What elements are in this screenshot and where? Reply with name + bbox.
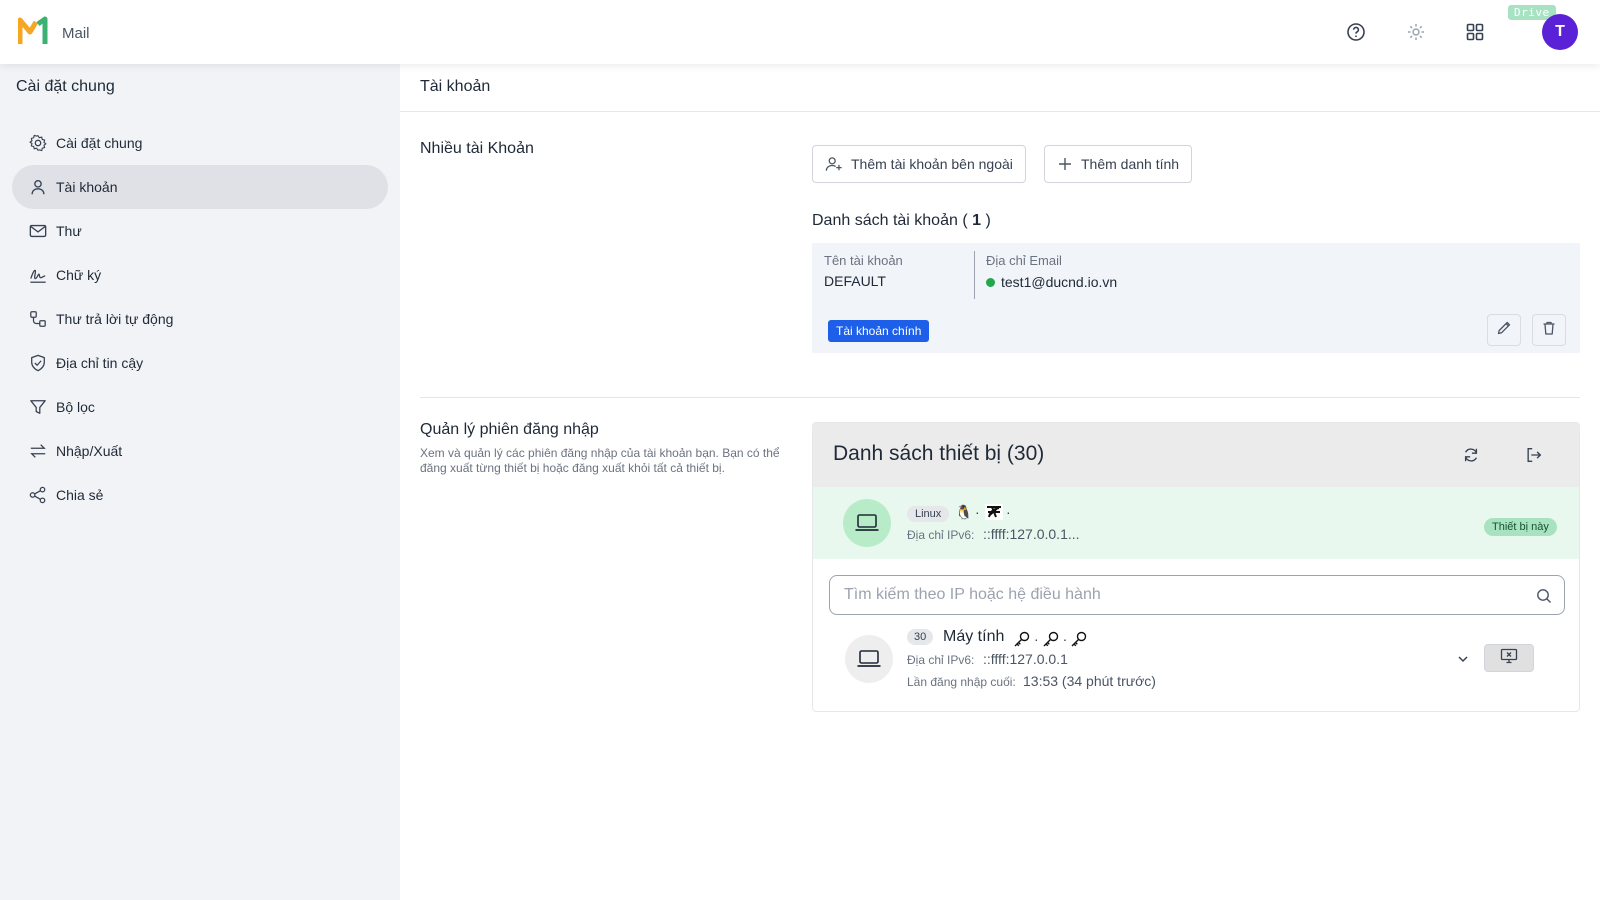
sidebar-item-general[interactable]: Cài đặt chung xyxy=(12,121,388,165)
search-icon[interactable] xyxy=(1534,586,1554,606)
mail-icon xyxy=(28,221,48,241)
device-panel-header: Danh sách thiết bị (30) xyxy=(813,423,1579,487)
sidebar-item-label: Chia sẻ xyxy=(56,487,104,503)
ipv6-value: ::ffff:127.0.0.1... xyxy=(983,526,1080,542)
sidebar-item-label: Bộ lọc xyxy=(56,399,95,415)
add-external-account-label: Thêm tài khoản bên ngoài xyxy=(851,156,1013,172)
add-external-account-button[interactable]: Thêm tài khoản bên ngoài xyxy=(812,145,1026,183)
sidebar: Cài đặt chung Cài đặt chung Tài khoản Th… xyxy=(0,64,400,900)
sidebar-item-import-export[interactable]: Nhập/Xuất xyxy=(12,429,388,473)
import-export-icon xyxy=(28,441,48,461)
primary-account-badge: Tài khoản chính xyxy=(828,320,930,342)
last-login-label: Lần đăng nhập cuối: xyxy=(907,675,1016,689)
chevron-down-icon[interactable] xyxy=(1453,649,1473,669)
avatar[interactable]: T xyxy=(1542,14,1578,50)
sidebar-item-filter[interactable]: Bộ lọc xyxy=(12,385,388,429)
auto-reply-icon xyxy=(28,309,48,329)
session-count-badge: 30 xyxy=(907,629,934,645)
browser-icon xyxy=(985,504,1003,520)
account-email: test1@ducnd.io.vn xyxy=(1001,274,1118,290)
pencil-icon xyxy=(1496,320,1512,341)
section-divider xyxy=(420,397,1580,398)
ipv6-label: Địa chỉ IPv6: xyxy=(907,528,975,542)
filter-icon xyxy=(28,397,48,417)
plus-icon xyxy=(1057,156,1073,172)
sidebar-item-label: Cài đặt chung xyxy=(56,135,143,151)
edit-account-button[interactable] xyxy=(1487,314,1521,346)
sidebar-title: Cài đặt chung xyxy=(16,78,115,95)
account-name: DEFAULT xyxy=(824,273,886,289)
page-title: Tài khoản xyxy=(420,78,491,95)
sidebar-item-account[interactable]: Tài khoản xyxy=(12,165,388,209)
signature-icon xyxy=(28,265,48,285)
delete-account-button[interactable] xyxy=(1532,314,1566,346)
apps-grid-icon[interactable] xyxy=(1463,20,1487,44)
settings-icon[interactable] xyxy=(1404,20,1428,44)
refresh-icon[interactable] xyxy=(1459,443,1483,467)
sidebar-item-label: Chữ ký xyxy=(56,267,102,283)
device-search-box xyxy=(829,575,1565,615)
logout-device-button[interactable] xyxy=(1484,644,1534,672)
sidebar-item-signature[interactable]: Chữ ký xyxy=(12,253,388,297)
add-user-icon xyxy=(825,155,843,173)
account-count: 1 xyxy=(972,212,982,229)
gear-icon xyxy=(28,133,48,153)
sidebar-item-mail[interactable]: Thư xyxy=(12,209,388,253)
separator-dot: · xyxy=(975,504,980,520)
app-name: Mail xyxy=(62,25,90,42)
laptop-icon xyxy=(845,635,893,683)
column-divider xyxy=(974,251,975,299)
device-panel: Danh sách thiết bị (30) Linux 🐧 · · Địa … xyxy=(812,422,1580,712)
multi-account-label: Nhiều tài Khoản xyxy=(420,140,534,157)
ipv6-label: Địa chỉ IPv6: xyxy=(907,653,975,667)
ipv6-value: ::ffff:127.0.0.1 xyxy=(983,651,1068,667)
share-icon xyxy=(28,485,48,505)
separator-dot: · xyxy=(1006,504,1011,520)
add-identity-button[interactable]: Thêm danh tính xyxy=(1044,145,1193,183)
sessions-label: Quản lý phiên đăng nhập xyxy=(420,421,599,438)
trash-icon xyxy=(1541,320,1557,341)
shield-icon xyxy=(28,353,48,373)
app-logo[interactable] xyxy=(18,16,52,46)
key-icon xyxy=(1043,631,1058,647)
account-email-row: test1@ducnd.io.vn xyxy=(986,274,1117,290)
sidebar-item-label: Nhập/Xuất xyxy=(56,443,123,459)
this-device-badge: Thiết bị này xyxy=(1484,518,1557,536)
user-icon xyxy=(28,177,48,197)
device-list-title: Danh sách thiết bị (30) xyxy=(833,442,1045,465)
device-name: Máy tính xyxy=(943,628,1005,645)
browser-icons: · · xyxy=(1013,630,1088,648)
main-header: Tài khoản xyxy=(400,64,1600,112)
sessions-description: Xem và quản lý các phiên đăng nhập của t… xyxy=(420,446,780,475)
email-label: Địa chỉ Email xyxy=(986,253,1062,268)
sidebar-item-label: Tài khoản xyxy=(56,179,118,195)
sidebar-item-auto-reply[interactable]: Thư trả lời tự động xyxy=(12,297,388,341)
sidebar-item-label: Địa chỉ tin cậy xyxy=(56,355,144,371)
help-icon[interactable] xyxy=(1344,20,1368,44)
sidebar-item-label: Thư trả lời tự động xyxy=(56,311,174,327)
sidebar-item-trusted[interactable]: Địa chỉ tin cậy xyxy=(12,341,388,385)
top-bar: Mail Drive T xyxy=(0,0,1600,64)
monitor-close-icon xyxy=(1500,648,1518,669)
account-list-title: Danh sách tài khoản ( 1 ) xyxy=(812,212,991,229)
linux-icon: 🐧 xyxy=(955,504,973,520)
key-icon xyxy=(1071,631,1087,647)
key-icon xyxy=(1014,631,1030,647)
sidebar-item-share[interactable]: Chia sẻ xyxy=(12,473,388,517)
device-search-input[interactable] xyxy=(844,584,1504,606)
account-name-label: Tên tài khoản xyxy=(824,253,903,268)
status-dot xyxy=(986,278,995,287)
add-identity-label: Thêm danh tính xyxy=(1081,156,1180,172)
logout-all-icon[interactable] xyxy=(1522,443,1546,467)
current-device-row: Linux 🐧 · · Địa chỉ IPv6: ::ffff:127.0.0… xyxy=(813,487,1579,559)
sidebar-item-label: Thư xyxy=(56,223,82,239)
os-chip: Linux xyxy=(907,506,950,522)
last-login-value: 13:53 (34 phút trước) xyxy=(1023,673,1156,689)
laptop-icon xyxy=(843,499,891,547)
account-card: Tên tài khoản DEFAULT Địa chỉ Email test… xyxy=(812,243,1580,353)
